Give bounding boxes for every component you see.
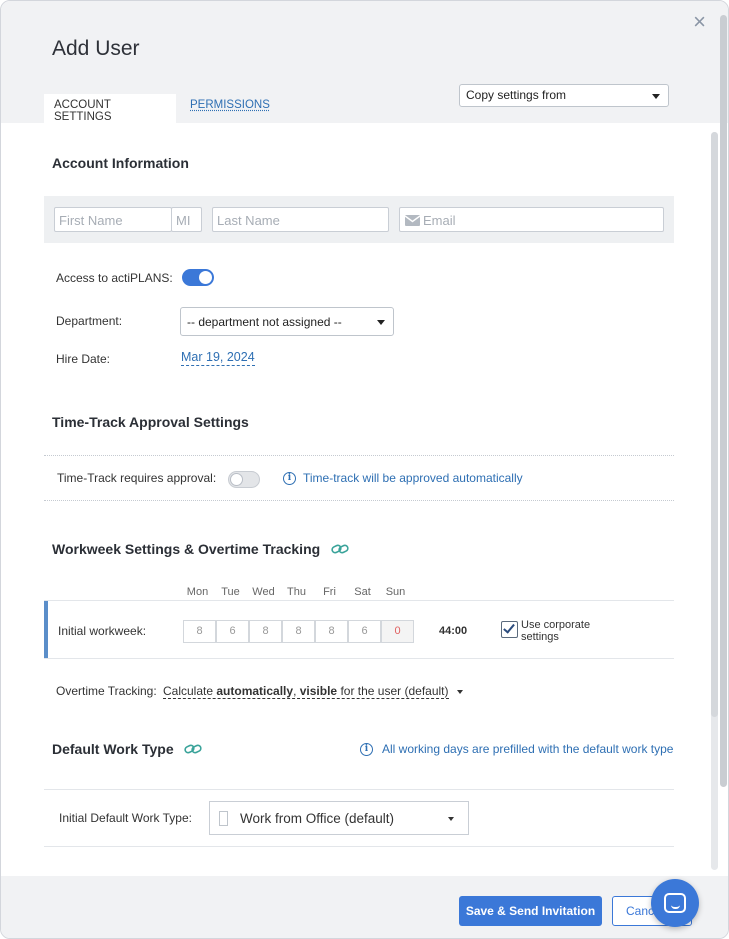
initial-work-type-label: Initial Default Work Type: xyxy=(59,811,192,825)
initial-workweek-label: Initial workweek: xyxy=(58,624,147,638)
divider xyxy=(44,500,674,501)
close-icon[interactable]: × xyxy=(693,11,706,33)
scrollbar-thumb[interactable] xyxy=(711,132,718,717)
divider xyxy=(44,600,674,601)
approval-info-text: Time-track will be approved automaticall… xyxy=(303,471,523,485)
link-icon[interactable] xyxy=(184,743,202,755)
department-value: -- department not assigned -- xyxy=(187,315,342,329)
chat-smile xyxy=(671,905,680,909)
department-select[interactable]: -- department not assigned -- xyxy=(180,307,394,336)
chevron-down-icon xyxy=(448,817,454,821)
overtime-text: , xyxy=(293,684,300,698)
divider xyxy=(44,455,674,456)
link-icon[interactable] xyxy=(331,543,349,555)
work-type-select[interactable]: Work from Office (default) xyxy=(209,801,469,835)
email-field[interactable]: Email xyxy=(399,207,664,232)
last-name-field[interactable]: Last Name xyxy=(212,207,389,232)
chat-icon xyxy=(664,893,686,913)
day-header: Thu xyxy=(287,586,306,598)
work-type-color-swatch xyxy=(219,811,228,826)
work-type-value: Work from Office (default) xyxy=(240,811,395,826)
hire-date-label: Hire Date: xyxy=(56,352,111,366)
hire-date-picker[interactable]: Mar 19, 2024 xyxy=(181,350,255,366)
hours-input-wed[interactable]: 8 xyxy=(249,620,282,643)
envelope-icon xyxy=(405,215,420,226)
add-user-dialog: × Add User ACCOUNT SETTINGS PERMISSIONS … xyxy=(0,0,729,939)
day-header: Sat xyxy=(354,586,371,598)
dialog-title: Add User xyxy=(52,37,140,60)
info-icon: i xyxy=(283,472,296,485)
hours-input-mon[interactable]: 8 xyxy=(183,620,216,643)
row-highlight xyxy=(44,601,48,658)
account-info-heading: Account Information xyxy=(52,155,189,171)
tab-permissions[interactable]: PERMISSIONS xyxy=(180,94,280,123)
department-label: Department: xyxy=(56,314,123,328)
overtime-text: for the user (default) xyxy=(337,684,449,698)
approval-toggle[interactable] xyxy=(228,471,260,488)
day-header: Fri xyxy=(323,586,336,598)
save-send-invitation-button[interactable]: Save & Send Invitation xyxy=(459,896,602,926)
hours-input-sat[interactable]: 6 xyxy=(348,620,381,643)
hours-input-tue[interactable]: 6 xyxy=(216,620,249,643)
overtime-dropdown[interactable]: Calculate automatically, visible for the… xyxy=(163,684,449,699)
overtime-text-bold: automatically xyxy=(216,684,294,698)
overtime-label: Overtime Tracking: xyxy=(56,684,157,698)
approval-heading: Time-Track Approval Settings xyxy=(52,414,249,430)
middle-initial-field[interactable]: MI xyxy=(171,207,202,232)
copy-settings-select[interactable]: Copy settings from xyxy=(459,84,669,107)
work-type-info-text: All working days are prefilled with the … xyxy=(382,742,674,756)
divider xyxy=(44,658,674,659)
copy-settings-value: Copy settings from xyxy=(466,88,567,102)
day-header: Tue xyxy=(221,586,240,598)
email-placeholder: Email xyxy=(423,213,456,228)
overtime-text: Calculate xyxy=(163,684,217,698)
workweek-heading: Workweek Settings & Overtime Tracking xyxy=(52,541,321,557)
access-toggle[interactable] xyxy=(182,269,214,286)
hours-input-thu[interactable]: 8 xyxy=(282,620,315,643)
toggle-knob xyxy=(230,473,243,486)
content-scrollbar[interactable] xyxy=(711,132,718,870)
approval-label: Time-Track requires approval: xyxy=(57,471,217,485)
use-corporate-checkbox[interactable] xyxy=(501,621,518,638)
check-icon xyxy=(503,621,515,634)
divider xyxy=(44,846,674,847)
chat-launcher-button[interactable] xyxy=(651,879,699,927)
page-scrollbar[interactable] xyxy=(720,15,727,787)
divider xyxy=(44,789,674,790)
use-corporate-label: Use corporate settings xyxy=(521,619,591,643)
day-header: Mon xyxy=(186,586,209,598)
day-header: Sun xyxy=(385,586,406,598)
info-icon: i xyxy=(360,743,373,756)
day-header: Wed xyxy=(252,586,275,598)
toggle-knob xyxy=(199,271,212,284)
work-type-heading: Default Work Type xyxy=(52,741,174,757)
chevron-down-icon xyxy=(652,94,660,99)
hours-input-fri[interactable]: 8 xyxy=(315,620,348,643)
chevron-down-icon xyxy=(377,320,385,325)
first-name-field[interactable]: First Name xyxy=(54,207,172,232)
chevron-down-icon[interactable] xyxy=(457,690,463,694)
access-label: Access to actiPLANS: xyxy=(56,271,173,285)
workweek-total: 44:00 xyxy=(439,625,468,637)
overtime-text-bold: visible xyxy=(299,684,338,698)
hours-input-sun[interactable]: 0 xyxy=(381,620,414,643)
tab-account-settings[interactable]: ACCOUNT SETTINGS xyxy=(44,94,176,123)
